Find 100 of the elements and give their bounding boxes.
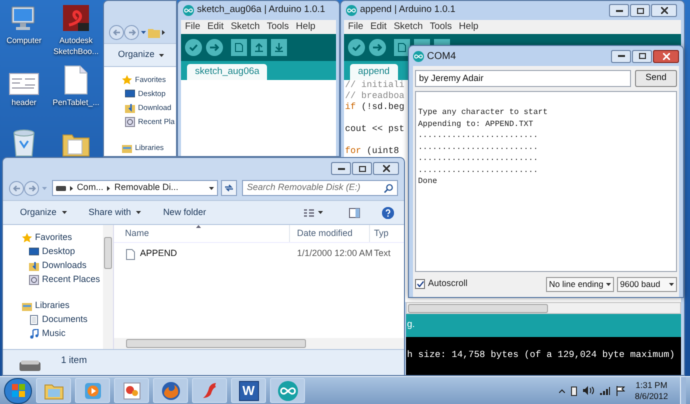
taskbar-app-button[interactable] [192, 378, 227, 403]
open-button[interactable] [251, 39, 267, 56]
scrollbar-thumb[interactable] [104, 237, 112, 269]
output-line: Appending to: APPEND.TXT [418, 118, 534, 130]
maximize-icon [638, 53, 646, 59]
chevron-icon [162, 30, 165, 34]
minimize-button[interactable] [331, 162, 351, 175]
windows-logo-icon [12, 384, 24, 397]
nav-item[interactable]: Music [22, 327, 103, 341]
sort-arrow-icon [196, 225, 201, 228]
help-button[interactable] [382, 206, 394, 218]
breadcrumb-item[interactable]: Removable Di... [114, 181, 178, 195]
nav-item[interactable]: Libraries [22, 299, 103, 313]
maximize-button[interactable] [352, 162, 372, 175]
list-view-icon [304, 208, 314, 216]
desktop-shortcut[interactable]: Computer [0, 3, 48, 46]
breadcrumb-item[interactable]: Com... [76, 181, 104, 195]
preview-pane-button[interactable] [349, 208, 360, 218]
close-icon [382, 165, 390, 172]
forward-button[interactable] [24, 180, 39, 196]
menu-item[interactable]: Edit [207, 20, 224, 34]
menu-item[interactable]: Tools [266, 20, 289, 34]
blank-file-icon [64, 65, 88, 95]
refresh-button[interactable] [221, 180, 237, 196]
nav-item[interactable]: Downloads [22, 259, 103, 273]
toolbar-button[interactable]: New folder [163, 206, 206, 220]
send-button[interactable]: Send [635, 70, 677, 86]
start-button[interactable] [4, 378, 32, 404]
minimize-button[interactable] [609, 4, 629, 17]
taskbar-app-button[interactable] [153, 378, 188, 403]
taskbar-app-button[interactable] [270, 378, 305, 403]
maximize-button[interactable] [630, 4, 650, 17]
search-field[interactable]: Search Removable Disk (E:) [242, 180, 398, 196]
output-line: Done [418, 176, 438, 188]
verify-button[interactable] [185, 39, 202, 56]
forward-button[interactable] [124, 24, 139, 40]
chevron-icon [70, 186, 73, 190]
arrow-right-icon [373, 44, 382, 51]
scrollbar-thumb[interactable] [408, 304, 548, 312]
upload-button[interactable] [369, 39, 386, 56]
menu-item[interactable]: Tools [430, 20, 452, 34]
menu-item[interactable]: Edit [370, 20, 387, 34]
signal-bars-icon [600, 386, 610, 394]
folder-icon [29, 261, 39, 271]
desktop-shortcut[interactable]: header [0, 65, 48, 108]
autoscroll-checkbox[interactable] [415, 279, 425, 289]
close-button[interactable] [373, 162, 399, 175]
editor-tab[interactable]: append [350, 64, 398, 80]
menu-item[interactable]: File [348, 20, 364, 34]
nav-item[interactable]: Favorites [22, 231, 103, 245]
address-bar[interactable]: Com... Removable Di... [52, 180, 218, 196]
verify-button[interactable] [348, 39, 365, 56]
back-button[interactable] [109, 24, 124, 40]
file-name[interactable]: APPEND [140, 247, 178, 261]
desktop-shortcut[interactable]: PenTablet_... [50, 65, 102, 108]
help-icon [382, 206, 394, 218]
view-options-button[interactable] [304, 208, 323, 216]
nav-item[interactable]: Recent Places [22, 273, 103, 287]
star-icon [122, 75, 132, 85]
maximize-button[interactable] [632, 50, 652, 62]
flag-icon [616, 386, 625, 396]
save-button[interactable] [271, 39, 287, 56]
menu-item[interactable]: Sketch [394, 20, 423, 34]
taskbar-app-button[interactable] [114, 378, 149, 403]
speaker-icon [582, 386, 594, 395]
nav-item[interactable]: Desktop [22, 245, 103, 259]
arrow-up-icon [255, 43, 263, 52]
dropdown-caret-icon [141, 30, 146, 34]
recent-places-icon [29, 275, 39, 285]
battery-icon [570, 386, 577, 396]
minimize-button[interactable] [611, 50, 631, 62]
close-button[interactable] [651, 4, 677, 17]
nav-item[interactable]: Documents [22, 313, 103, 327]
back-button[interactable] [9, 180, 24, 196]
message-input[interactable]: by Jeremy Adair [415, 70, 631, 86]
upload-button[interactable] [206, 39, 223, 56]
column-header[interactable]: Typ [370, 225, 404, 242]
music-note-icon [29, 329, 39, 339]
menu-item[interactable]: Help [458, 20, 478, 34]
clock[interactable]: 1:31 PM 8/6/2012 [634, 380, 668, 402]
new-button[interactable] [394, 39, 410, 56]
show-desktop-button[interactable] [680, 377, 686, 404]
toolbar-menu[interactable]: Share with [88, 206, 142, 220]
column-header[interactable]: Date modified [290, 225, 370, 242]
menu-item[interactable]: Help [296, 20, 316, 34]
status-message: g. [407, 318, 415, 332]
line-ending-dropdown[interactable]: No line ending [546, 276, 614, 292]
toolbar-menu[interactable]: Organize [20, 206, 67, 220]
taskbar-app-button[interactable]: W [231, 378, 266, 403]
new-button[interactable] [231, 39, 247, 56]
desktop-shortcut[interactable]: Autodesk SketchBoo... [50, 3, 102, 57]
editor-tab[interactable]: sketch_aug06a [187, 64, 268, 80]
scrollbar-thumb[interactable] [126, 339, 306, 348]
baud-dropdown[interactable]: 9600 baud [617, 276, 677, 292]
column-header[interactable]: Name [114, 225, 290, 242]
caret-icon [669, 282, 674, 286]
taskbar-app-button[interactable] [75, 378, 110, 403]
menu-item[interactable]: Sketch [230, 20, 260, 34]
menu-item[interactable]: File [185, 20, 200, 34]
close-button[interactable] [653, 50, 679, 62]
